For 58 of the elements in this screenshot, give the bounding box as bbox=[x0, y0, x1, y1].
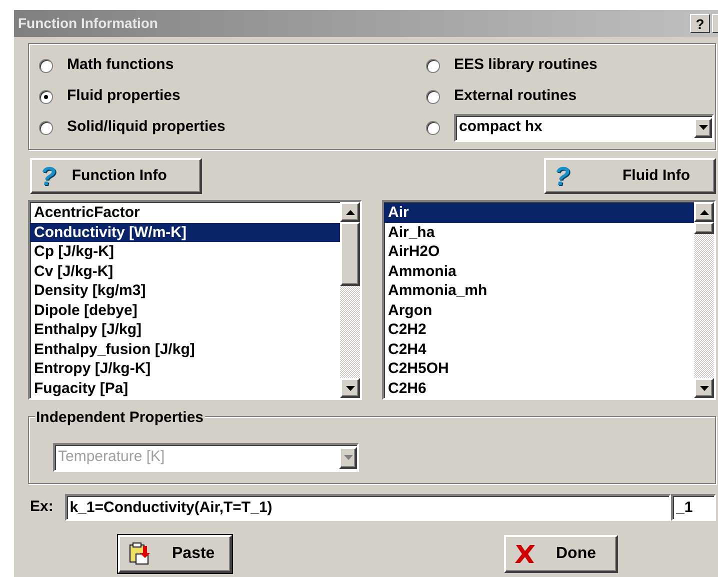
paste-button[interactable]: Paste bbox=[118, 535, 232, 573]
list-item[interactable]: Ammonia bbox=[384, 262, 694, 281]
list-item[interactable]: C2H4 bbox=[384, 340, 694, 359]
scroll-down-button[interactable] bbox=[694, 378, 714, 398]
scrollbar-thumb[interactable] bbox=[694, 222, 714, 234]
list-item[interactable]: Density [kg/m3] bbox=[30, 281, 340, 300]
list-item[interactable]: Ammonia_mh bbox=[384, 281, 694, 300]
radio-button[interactable] bbox=[39, 120, 53, 134]
radio-button[interactable] bbox=[426, 58, 440, 72]
radio-label: External routines bbox=[454, 86, 577, 106]
up-arrow-icon bbox=[700, 210, 708, 214]
list-item[interactable]: Cv [J/kg-K] bbox=[30, 262, 340, 281]
list-item[interactable]: C2H2 bbox=[384, 320, 694, 340]
radio-label: Fluid properties bbox=[67, 86, 180, 106]
close-button[interactable] bbox=[712, 14, 718, 33]
done-button[interactable]: Done bbox=[504, 535, 618, 573]
library-dropdown[interactable]: compact hx bbox=[454, 114, 714, 142]
down-arrow-icon bbox=[700, 386, 708, 390]
window-title: Function Information bbox=[18, 14, 158, 33]
up-arrow-icon bbox=[346, 210, 354, 214]
clipboard-icon bbox=[128, 542, 152, 566]
fluid-info-button[interactable]: ? Fluid Info bbox=[544, 158, 716, 194]
list-item[interactable]: Air bbox=[384, 203, 694, 222]
down-arrow-icon bbox=[344, 455, 352, 460]
close-icon bbox=[514, 544, 536, 564]
list-item[interactable]: Entropy [J/kg-K] bbox=[30, 359, 340, 378]
radio-label: Solid/liquid properties bbox=[67, 117, 226, 138]
example-field[interactable]: k_1=Conductivity(Air,T=T_1) bbox=[64, 494, 671, 521]
radio-button[interactable] bbox=[39, 58, 53, 72]
suffix-field[interactable]: _1 bbox=[671, 494, 716, 521]
list-item[interactable]: Enthalpy_fusion [J/kg] bbox=[30, 340, 340, 359]
list-item[interactable]: Fugacity [Pa] bbox=[30, 378, 340, 398]
radio-button[interactable] bbox=[39, 90, 53, 104]
help-icon: ? bbox=[554, 163, 570, 189]
radio-button[interactable] bbox=[426, 90, 440, 104]
help-button[interactable]: ? bbox=[690, 14, 710, 33]
scroll-up-button[interactable] bbox=[694, 202, 714, 222]
down-arrow-icon bbox=[698, 125, 708, 130]
example-label: Ex: bbox=[30, 497, 54, 518]
list-item[interactable]: Cp [J/kg-K] bbox=[30, 242, 340, 262]
list-item[interactable]: Air_ha bbox=[384, 222, 694, 242]
radio-label: Math functions bbox=[67, 55, 174, 76]
list-item[interactable]: Enthalpy [J/kg] bbox=[30, 320, 340, 340]
list-item[interactable]: Dipole [debye] bbox=[30, 300, 340, 320]
function-info-button[interactable]: ? Function Info bbox=[30, 158, 202, 194]
list-item[interactable]: Argon bbox=[384, 300, 694, 320]
scrollbar-thumb[interactable] bbox=[340, 222, 360, 286]
list-item[interactable]: C2H6 bbox=[384, 378, 694, 398]
list-item[interactable]: Conductivity [W/m-K] bbox=[30, 222, 340, 242]
radio-button[interactable] bbox=[426, 120, 440, 134]
radio-label: EES library routines bbox=[454, 55, 598, 76]
help-icon: ? bbox=[40, 163, 56, 189]
scroll-down-button[interactable] bbox=[340, 378, 360, 398]
list-item[interactable]: AcentricFactor bbox=[30, 203, 340, 222]
down-arrow-icon bbox=[346, 386, 354, 390]
list-item[interactable]: C2H5OH bbox=[384, 359, 694, 378]
list-item[interactable]: AirH2O bbox=[384, 242, 694, 262]
scroll-up-button[interactable] bbox=[340, 202, 360, 222]
